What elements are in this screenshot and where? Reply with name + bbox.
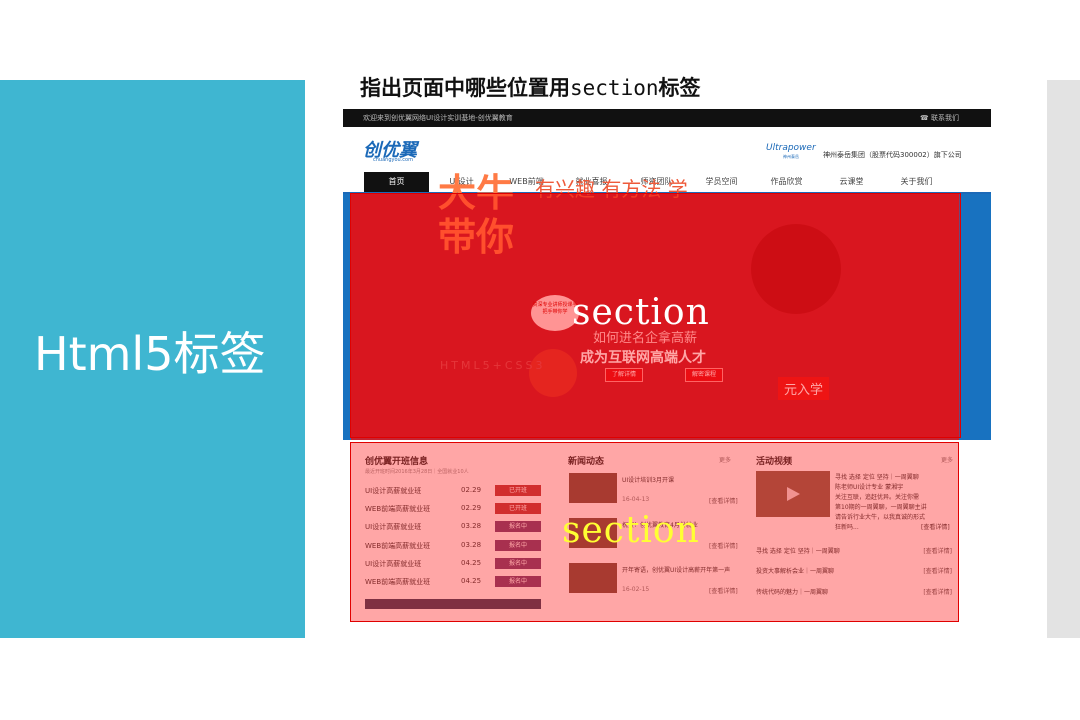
company-text: 神州泰岳集团（股票代码300002）旗下公司	[823, 151, 962, 159]
right-strip	[1047, 80, 1080, 638]
contact-label: 联系我们	[931, 114, 959, 122]
section-label-banner: section	[572, 292, 710, 333]
question-code: section	[570, 76, 659, 100]
nav-item-students[interactable]: 学员空间	[689, 172, 754, 192]
nav-item-works[interactable]: 作品欣赏	[754, 172, 819, 192]
slide-question: 指出页面中哪些位置用section标签	[360, 72, 701, 102]
section-label-content: section	[562, 510, 700, 551]
brand-logo-sub: 神州泰岳	[783, 154, 799, 159]
question-prefix: 指出页面中哪些位置用	[360, 76, 570, 100]
nav-item-about[interactable]: 关于我们	[884, 172, 949, 192]
welcome-text: 欢迎来到创优翼网络UI设计实训基地-创优翼教育	[363, 114, 513, 122]
nav-item-home[interactable]: 首页	[364, 172, 429, 192]
top-bar: 欢迎来到创优翼网络UI设计实训基地-创优翼教育 ☎ 联系我们	[343, 109, 991, 127]
site-logo-sub: chuangyou.com	[373, 157, 413, 163]
brand-logo: Ultrapower	[766, 143, 816, 153]
contact-link[interactable]: ☎ 联系我们	[920, 113, 959, 123]
side-title: Html5标签	[34, 327, 266, 381]
question-suffix: 标签	[658, 76, 701, 100]
nav-item-cloud[interactable]: 云课堂	[819, 172, 884, 192]
